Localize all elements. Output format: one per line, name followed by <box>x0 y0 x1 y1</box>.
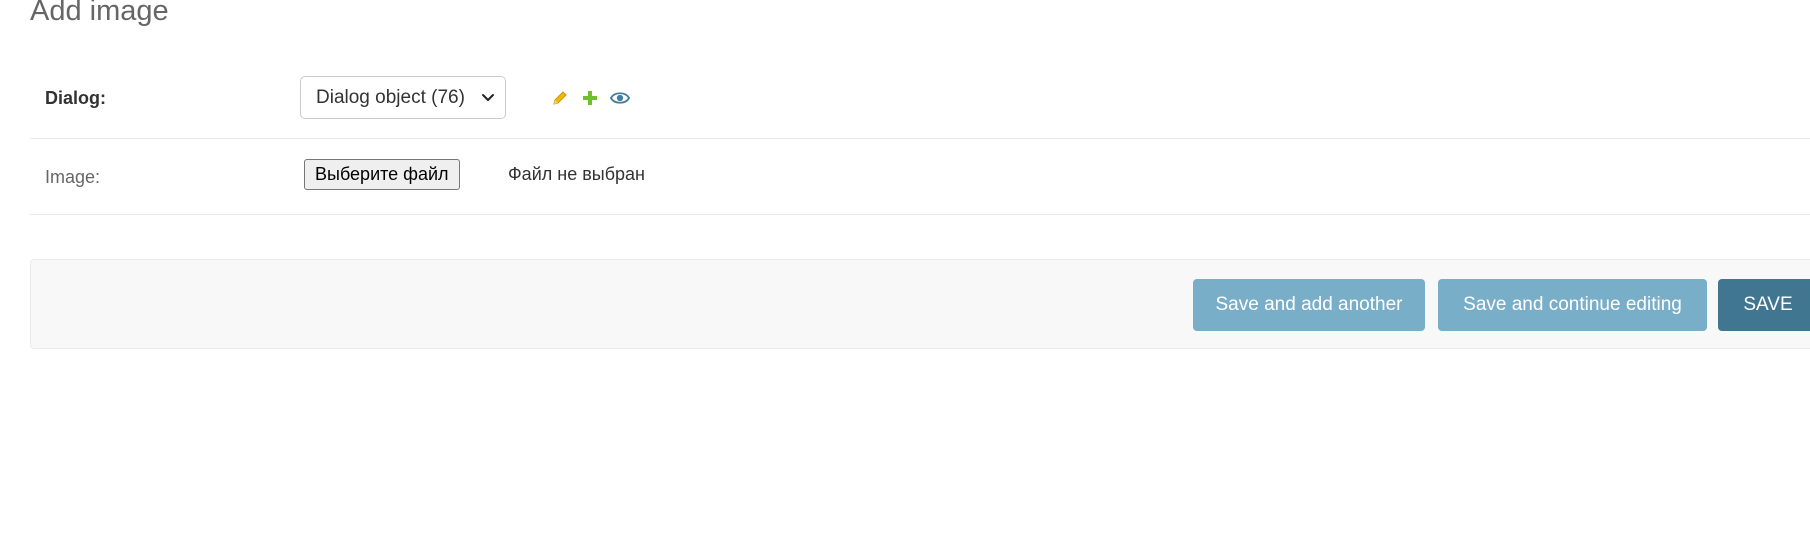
form-row-dialog: Dialog: Dialog object (76) <box>30 66 1810 139</box>
form-row-image: Image: Выберите файл Файл не выбран <box>30 139 1810 215</box>
eye-icon[interactable] <box>610 88 630 108</box>
dialog-label: Dialog: <box>45 88 106 108</box>
image-label: Image: <box>45 167 101 187</box>
plus-icon[interactable] <box>580 88 600 108</box>
dialog-select[interactable]: Dialog object (76) <box>300 76 506 119</box>
related-object-actions <box>550 88 630 108</box>
chevron-down-icon <box>477 93 499 103</box>
add-image-page: Add image Dialog: Dialog object (76) Ima… <box>0 0 1810 539</box>
pencil-icon[interactable] <box>550 88 570 108</box>
dialog-select-value: Dialog object (76) <box>316 86 465 108</box>
submit-row: Save and add another Save and continue e… <box>30 259 1810 349</box>
save-button[interactable]: SAVE <box>1718 279 1810 331</box>
file-status-text: Файл не выбран <box>508 164 645 184</box>
page-title: Add image <box>30 0 169 27</box>
save-and-continue-button[interactable]: Save and continue editing <box>1438 279 1707 331</box>
choose-file-button[interactable]: Выберите файл <box>304 159 460 190</box>
save-and-add-another-button[interactable]: Save and add another <box>1193 279 1425 331</box>
